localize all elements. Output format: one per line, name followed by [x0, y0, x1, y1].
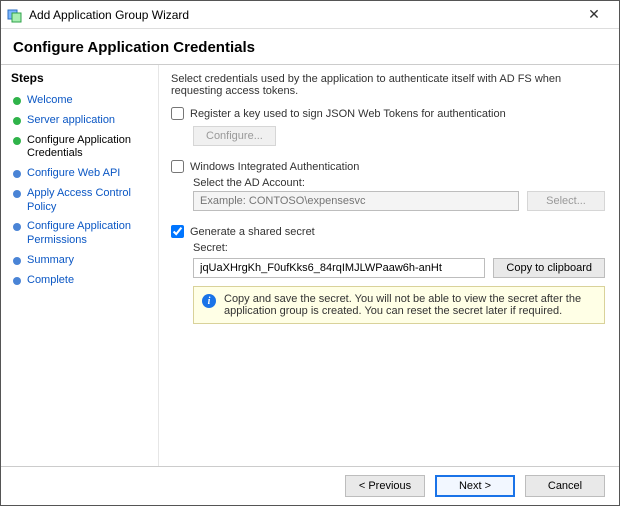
- cancel-button[interactable]: Cancel: [525, 475, 605, 497]
- bullet-icon: [13, 277, 21, 285]
- previous-button[interactable]: < Previous: [345, 475, 425, 497]
- step-label: Configure Web API: [27, 167, 120, 181]
- secret-input[interactable]: [193, 258, 485, 278]
- bullet-icon: [13, 170, 21, 178]
- page-header: Configure Application Credentials: [1, 29, 619, 60]
- shared-secret-section: Generate a shared secret Secret: Copy to…: [171, 225, 605, 324]
- step-summary[interactable]: Summary: [11, 251, 150, 271]
- step-complete[interactable]: Complete: [11, 271, 150, 291]
- page-title: Configure Application Credentials: [13, 39, 607, 56]
- register-key-section: Register a key used to sign JSON Web Tok…: [171, 107, 605, 146]
- select-account-button: Select...: [527, 191, 605, 211]
- bullet-icon: [13, 97, 21, 105]
- secret-warning-box: i Copy and save the secret. You will not…: [193, 286, 605, 324]
- step-server-application[interactable]: Server application: [11, 111, 150, 131]
- bullet-icon: [13, 257, 21, 265]
- step-label: Summary: [27, 254, 74, 268]
- step-label: Configure Application Credentials: [27, 134, 148, 162]
- ad-account-label: Select the AD Account:: [193, 177, 605, 189]
- step-label: Complete: [27, 274, 74, 288]
- wia-section: Windows Integrated Authentication Select…: [171, 160, 605, 211]
- step-configure-web-api[interactable]: Configure Web API: [11, 164, 150, 184]
- secret-warning-text: Copy and save the secret. You will not b…: [224, 293, 596, 317]
- info-icon: i: [202, 294, 216, 308]
- wia-checkbox[interactable]: [171, 160, 184, 173]
- copy-secret-button[interactable]: Copy to clipboard: [493, 258, 605, 278]
- step-welcome[interactable]: Welcome: [11, 91, 150, 111]
- shared-secret-checkbox[interactable]: [171, 225, 184, 238]
- configure-key-button: Configure...: [193, 126, 276, 146]
- bullet-icon: [13, 190, 21, 198]
- shared-secret-label: Generate a shared secret: [190, 226, 315, 238]
- wizard-body: Steps Welcome Server application Configu…: [1, 65, 619, 466]
- bullet-icon: [13, 223, 21, 231]
- wia-label: Windows Integrated Authentication: [190, 161, 359, 173]
- close-button[interactable]: ✕: [575, 6, 613, 23]
- step-label: Server application: [27, 114, 115, 128]
- bullet-icon: [13, 137, 21, 145]
- content-panel: Select credentials used by the applicati…: [159, 65, 619, 466]
- window-title: Add Application Group Wizard: [29, 8, 575, 22]
- step-app-permissions[interactable]: Configure Application Permissions: [11, 217, 150, 251]
- wizard-footer: < Previous Next > Cancel: [1, 466, 619, 505]
- step-label: Apply Access Control Policy: [27, 187, 148, 215]
- step-configure-credentials[interactable]: Configure Application Credentials: [11, 131, 150, 165]
- app-icon: [7, 7, 23, 23]
- steps-panel: Steps Welcome Server application Configu…: [1, 65, 159, 466]
- step-label: Configure Application Permissions: [27, 220, 148, 248]
- next-button[interactable]: Next >: [435, 475, 515, 497]
- wizard-window: Add Application Group Wizard ✕ Configure…: [0, 0, 620, 506]
- steps-heading: Steps: [11, 71, 150, 85]
- ad-account-input: [193, 191, 519, 211]
- secret-field-label: Secret:: [193, 242, 605, 254]
- intro-text: Select credentials used by the applicati…: [171, 73, 605, 97]
- step-label: Welcome: [27, 94, 73, 108]
- register-key-label: Register a key used to sign JSON Web Tok…: [190, 108, 506, 120]
- titlebar: Add Application Group Wizard ✕: [1, 1, 619, 29]
- step-access-control[interactable]: Apply Access Control Policy: [11, 184, 150, 218]
- bullet-icon: [13, 117, 21, 125]
- register-key-checkbox[interactable]: [171, 107, 184, 120]
